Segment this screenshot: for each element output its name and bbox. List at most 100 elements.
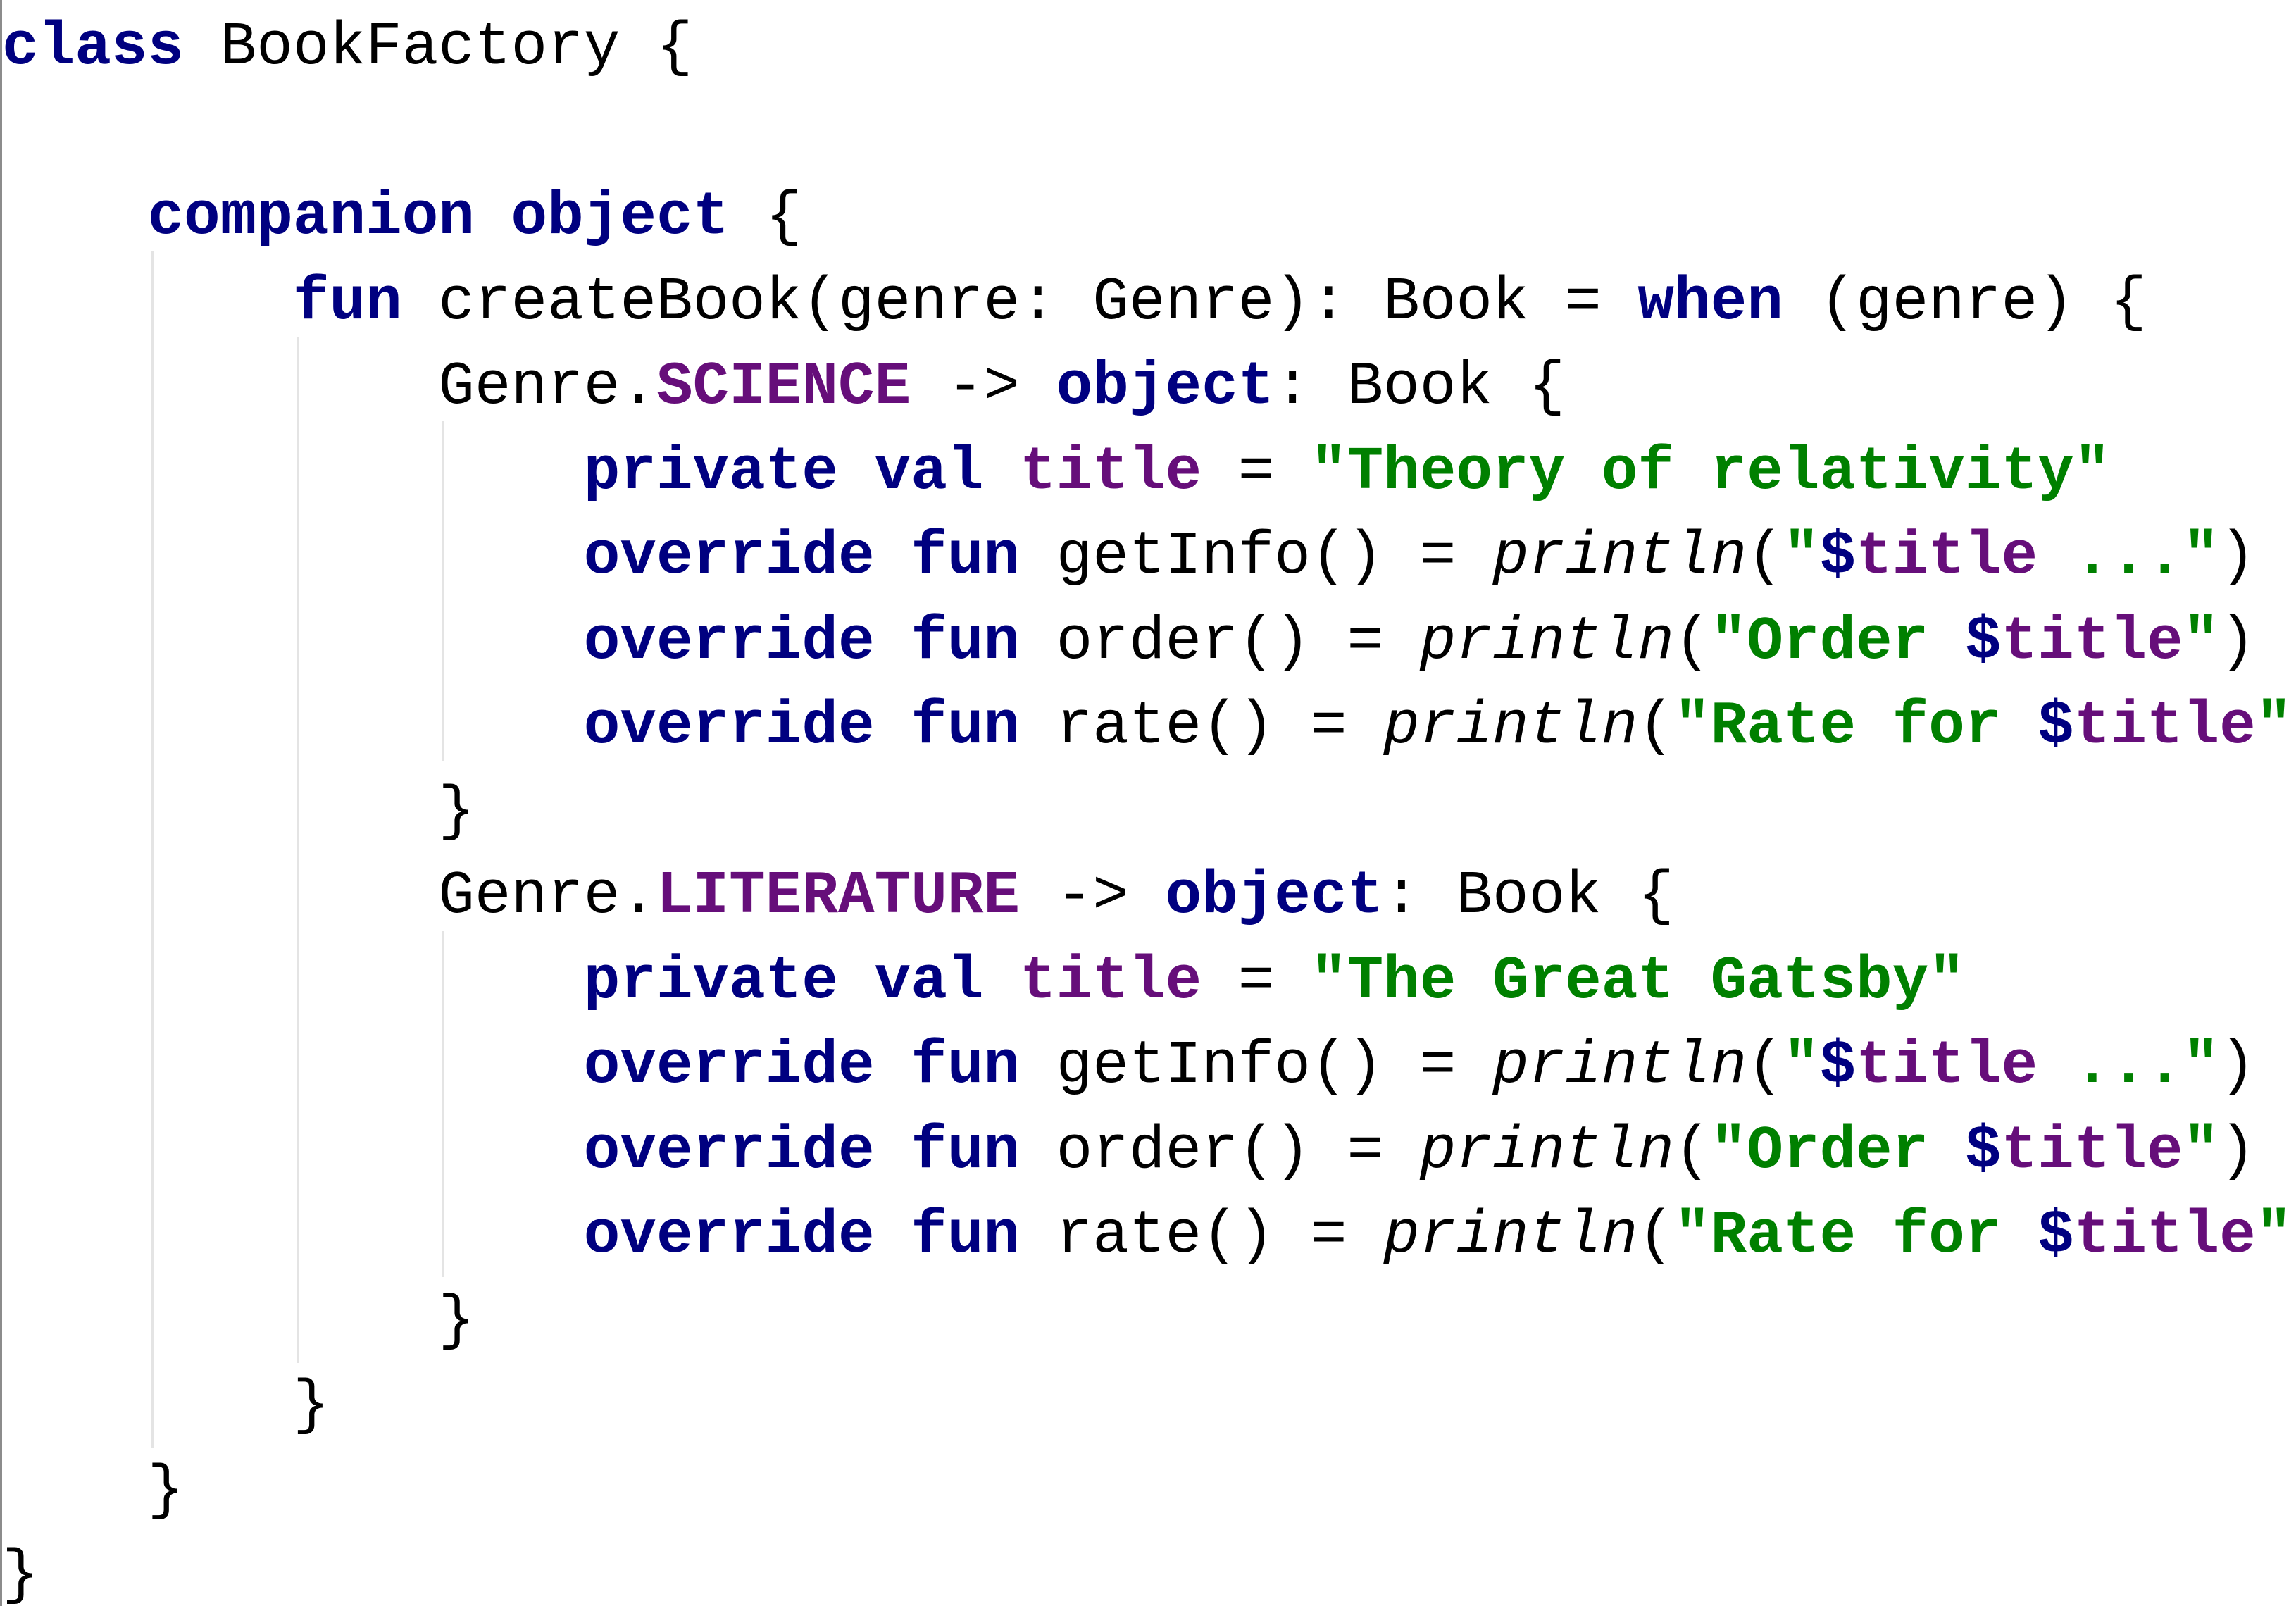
code-line: }	[2, 769, 2296, 854]
plain-token: (genre) {	[1783, 267, 2147, 337]
field-token: title	[1020, 437, 1202, 506]
field-token: SCIENCE	[656, 352, 911, 421]
field-token: title	[2073, 692, 2256, 761]
plain-token: createBook(genre: Genre): Book =	[401, 267, 1638, 337]
code-line: private val title = "The Great Gatsby"	[2, 939, 2296, 1024]
string-token: "	[2255, 1201, 2292, 1270]
string-token: "Theory of relativity"	[1310, 437, 2111, 506]
code-text[interactable]: class BookFactory { companion object { f…	[2, 5, 2296, 1618]
function-call-token: println	[1419, 606, 1675, 676]
string-token: "Order	[1710, 606, 1965, 676]
string-token: "	[2183, 1116, 2220, 1186]
plain-token: }	[2, 1455, 185, 1525]
plain-token: rate() =	[1020, 1201, 1384, 1270]
plain-token: (	[1674, 1116, 1711, 1186]
keyword-token: override fun	[583, 522, 1021, 591]
plain-token: )	[2219, 1116, 2256, 1186]
string-token: "Rate for	[1674, 692, 2038, 761]
code-line: override fun rate() = println("Rate for …	[2, 1193, 2296, 1278]
plain-token: getInfo() =	[1020, 1031, 1492, 1100]
plain-token: )	[2292, 1201, 2296, 1270]
function-call-token: println	[1492, 522, 1747, 591]
plain-token: order() =	[1020, 606, 1420, 676]
code-line: companion object {	[2, 175, 2296, 260]
plain-token: ->	[1020, 861, 1166, 931]
keyword-token: $	[2038, 692, 2074, 761]
code-line: }	[2, 1363, 2296, 1448]
code-line: }	[2, 1533, 2296, 1618]
plain-token: (	[1637, 1201, 1675, 1270]
function-call-token: println	[1383, 1201, 1638, 1270]
code-line: class BookFactory {	[2, 5, 2296, 90]
string-token: ..."	[2038, 1031, 2220, 1100]
plain-token: Genre.	[2, 352, 656, 421]
function-call-token: println	[1492, 1031, 1747, 1100]
plain-token: )	[2292, 692, 2296, 761]
keyword-token: fun	[292, 267, 402, 337]
keyword-token: object	[1165, 861, 1384, 931]
field-token: title	[1020, 946, 1202, 1016]
plain-token: (	[1747, 522, 1783, 591]
plain-token: )	[2219, 1031, 2256, 1100]
plain-token: : Book {	[1274, 352, 1566, 421]
keyword-token: override fun	[583, 1031, 1021, 1100]
keyword-token: when	[1637, 267, 1783, 337]
field-token: title	[2001, 1116, 2183, 1186]
keyword-token: class	[2, 13, 185, 82]
field-token: title	[2001, 606, 2183, 676]
plain-token: getInfo() =	[1020, 522, 1492, 591]
plain-token: )	[2219, 606, 2256, 676]
code-line: }	[2, 1278, 2296, 1364]
string-token: "	[1783, 1031, 1820, 1100]
code-line: override fun rate() = println("Rate for …	[2, 684, 2296, 769]
keyword-token: $	[1964, 606, 2002, 676]
plain-token: }	[2, 1541, 39, 1610]
string-token: "	[2183, 606, 2220, 676]
plain-token: =	[1202, 437, 1311, 506]
plain-token: }	[2, 1371, 330, 1440]
keyword-token: $	[1819, 1031, 1857, 1100]
keyword-token: override fun	[583, 606, 1021, 676]
string-token: "	[2255, 692, 2292, 761]
function-call-token: println	[1383, 692, 1638, 761]
keyword-token: $	[1819, 522, 1857, 591]
string-token: "	[1783, 522, 1820, 591]
keyword-token: override fun	[583, 692, 1021, 761]
string-token: "The Great Gatsby"	[1310, 946, 1965, 1016]
string-token: "Order	[1710, 1116, 1965, 1186]
plain-token: (	[1637, 692, 1675, 761]
plain-token: : Book {	[1383, 861, 1675, 931]
plain-token: ->	[911, 352, 1056, 421]
field-token: title	[1856, 522, 2038, 591]
plain-token: }	[2, 776, 475, 846]
code-line: Genre.SCIENCE -> object: Book {	[2, 344, 2296, 430]
function-call-token: println	[1419, 1116, 1675, 1186]
code-line: override fun getInfo() = println("$title…	[2, 1023, 2296, 1109]
keyword-token: override fun	[583, 1201, 1021, 1270]
keyword-token: override fun	[583, 1116, 1021, 1186]
code-line: override fun order() = println("Order $t…	[2, 599, 2296, 685]
plain-token: (	[1674, 606, 1711, 676]
string-token: "Rate for	[1674, 1201, 2038, 1270]
field-token: title	[2073, 1201, 2256, 1270]
string-token: ..."	[2038, 522, 2220, 591]
field-token: LITERATURE	[656, 861, 1021, 931]
keyword-token: private val	[583, 946, 984, 1016]
plain-token: (	[1747, 1031, 1783, 1100]
keyword-token: $	[2038, 1201, 2074, 1270]
plain-token: BookFactory {	[184, 13, 693, 82]
plain-token: {	[729, 182, 802, 251]
code-editor[interactable]: class BookFactory { companion object { f…	[0, 0, 2296, 1610]
plain-token: =	[1202, 946, 1311, 1016]
